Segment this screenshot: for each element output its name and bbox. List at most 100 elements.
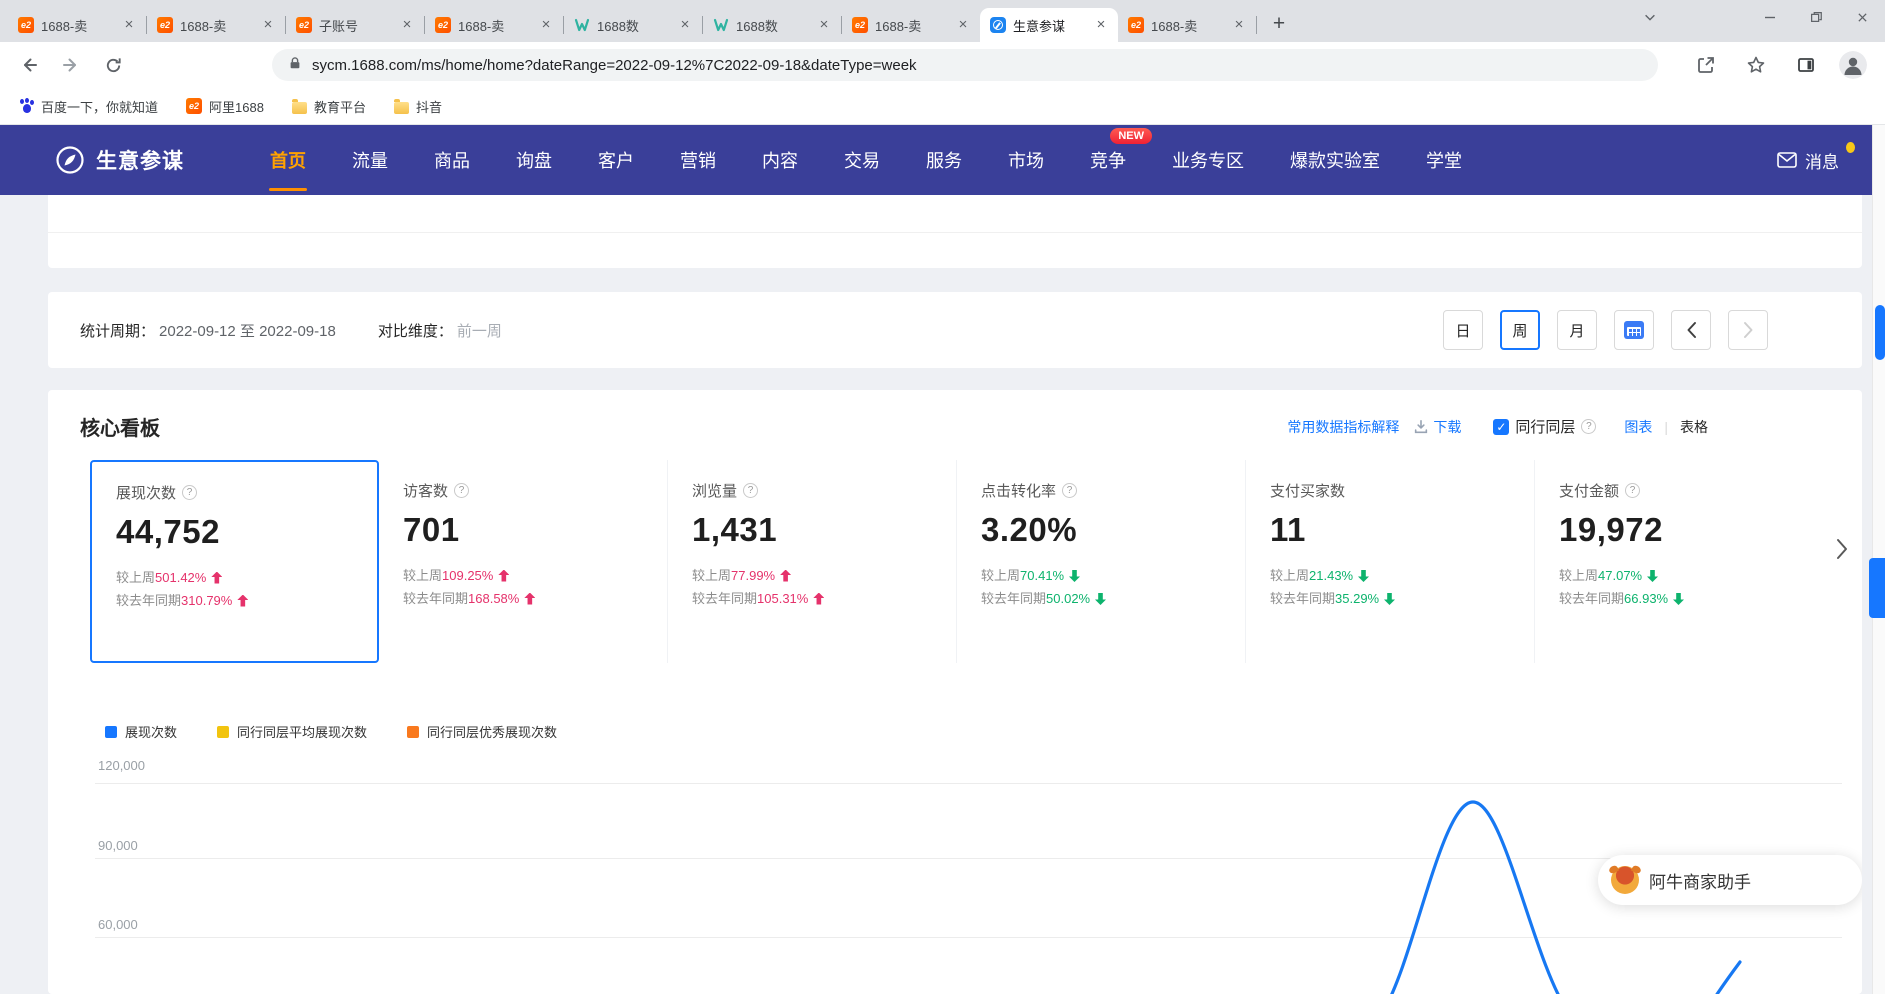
previous-period-button[interactable] bbox=[1671, 310, 1711, 350]
close-tab-icon[interactable]: × bbox=[537, 16, 555, 34]
nav-item-hot-lab[interactable]: 爆款实验室 bbox=[1290, 125, 1380, 195]
close-tab-icon[interactable]: × bbox=[120, 16, 138, 34]
tab-title: 子账号 bbox=[319, 16, 391, 35]
bookmark-label: 百度一下，你就知道 bbox=[41, 97, 158, 116]
browser-tab[interactable]: 1688-卖 × bbox=[425, 8, 563, 42]
close-window-icon[interactable] bbox=[1839, 0, 1885, 34]
restore-window-icon[interactable] bbox=[1793, 0, 1839, 34]
nav-item-trade[interactable]: 交易 bbox=[844, 125, 880, 195]
bookmark-baidu[interactable]: 百度一下，你就知道 bbox=[18, 97, 158, 116]
calendar-picker-button[interactable] bbox=[1614, 310, 1654, 350]
side-panel-icon[interactable] bbox=[1789, 48, 1823, 82]
nav-item-products[interactable]: 商品 bbox=[434, 125, 470, 195]
close-tab-icon[interactable]: × bbox=[815, 16, 833, 34]
legend-item-impressions[interactable]: 展现次数 bbox=[105, 722, 177, 741]
nav-item-home[interactable]: 首页 bbox=[270, 125, 306, 195]
nav-item-market[interactable]: 市场 bbox=[1008, 125, 1044, 195]
granularity-week-button[interactable]: 周 bbox=[1500, 310, 1540, 350]
chevron-right-icon bbox=[1836, 538, 1848, 560]
reload-icon[interactable] bbox=[96, 48, 130, 82]
nav-item-competition[interactable]: 竞争 NEW bbox=[1090, 125, 1126, 195]
back-icon[interactable] bbox=[12, 48, 46, 82]
trend-arrow-icon bbox=[1647, 570, 1658, 582]
browser-tab[interactable]: 1688数 × bbox=[564, 8, 702, 42]
nav-item-marketing[interactable]: 营销 bbox=[680, 125, 716, 195]
nav-item-business-zone[interactable]: 业务专区 bbox=[1172, 125, 1244, 195]
view-table-toggle[interactable]: 表格 bbox=[1680, 417, 1708, 437]
help-icon[interactable] bbox=[182, 485, 197, 500]
legend-swatch-orange bbox=[407, 726, 419, 738]
close-tab-icon[interactable]: × bbox=[398, 16, 416, 34]
help-icon[interactable] bbox=[1062, 483, 1077, 498]
close-tab-icon[interactable]: × bbox=[1092, 16, 1110, 34]
section-title: 核心看板 bbox=[80, 412, 160, 441]
profile-avatar[interactable] bbox=[1839, 51, 1867, 79]
merchant-assistant-widget[interactable]: 阿牛商家助手 bbox=[1598, 855, 1862, 905]
legend-item-peer-excellent[interactable]: 同行同层优秀展现次数 bbox=[407, 722, 557, 741]
bookmark-folder-education[interactable]: 教育平台 bbox=[292, 97, 366, 116]
nav-item-services[interactable]: 服务 bbox=[926, 125, 962, 195]
trend-arrow-icon bbox=[498, 570, 509, 582]
bookmark-folder-douyin[interactable]: 抖音 bbox=[394, 97, 442, 116]
view-chart-toggle[interactable]: 图表 bbox=[1624, 417, 1652, 437]
wow-label: 较上周 bbox=[981, 564, 1020, 587]
metric-card-payment-amount[interactable]: 支付金额 19,972 较上周47.07% 较去年同期66.93% bbox=[1535, 460, 1824, 663]
yoy-label: 较去年同期 bbox=[1270, 587, 1335, 610]
help-icon[interactable] bbox=[743, 483, 758, 498]
nav-item-customers[interactable]: 客户 bbox=[598, 125, 634, 195]
page-content: 统计周期： 2022-09-12 至 2022-09-18 对比维度： 前一周 … bbox=[0, 195, 1885, 994]
browser-tab[interactable]: 子账号 × bbox=[286, 8, 424, 42]
browser-tab[interactable]: 1688-卖 × bbox=[147, 8, 285, 42]
help-icon[interactable] bbox=[454, 483, 469, 498]
bookmark-star-icon[interactable] bbox=[1739, 48, 1773, 82]
share-icon[interactable] bbox=[1689, 48, 1723, 82]
tab-title: 生意参谋 bbox=[1013, 16, 1085, 35]
url-bar[interactable]: sycm.1688.com/ms/home/home?dateRange=202… bbox=[272, 49, 1658, 81]
close-tab-icon[interactable]: × bbox=[676, 16, 694, 34]
next-period-button[interactable] bbox=[1728, 310, 1768, 350]
period-label: 统计周期： bbox=[80, 320, 155, 341]
browser-tab[interactable]: 1688-卖 × bbox=[1118, 8, 1256, 42]
granularity-month-button[interactable]: 月 bbox=[1557, 310, 1597, 350]
nav-item-academy[interactable]: 学堂 bbox=[1426, 125, 1462, 195]
y-axis-tick: 60,000 bbox=[98, 917, 138, 932]
legend-item-peer-average[interactable]: 同行同层平均展现次数 bbox=[217, 722, 367, 741]
metric-value: 701 bbox=[403, 511, 643, 549]
metric-card-visitors[interactable]: 访客数 701 较上周109.25% 较去年同期168.58% bbox=[379, 460, 668, 663]
granularity-day-button[interactable]: 日 bbox=[1443, 310, 1483, 350]
feedback-side-tab[interactable] bbox=[1869, 558, 1885, 618]
new-badge: NEW bbox=[1110, 128, 1152, 144]
metric-card-paying-buyers[interactable]: 支付买家数 11 较上周21.43% 较去年同期35.29% bbox=[1246, 460, 1535, 663]
browser-tab-active[interactable]: 生意参谋 × bbox=[980, 8, 1118, 42]
peer-layer-checkbox[interactable] bbox=[1493, 419, 1509, 435]
messages-button[interactable]: 消息 bbox=[1777, 148, 1839, 173]
help-icon[interactable] bbox=[1581, 419, 1596, 434]
url-text[interactable]: sycm.1688.com/ms/home/home?dateRange=202… bbox=[312, 57, 917, 74]
bookmark-ali1688[interactable]: 阿里1688 bbox=[186, 97, 264, 116]
tab-title: 1688-卖 bbox=[458, 16, 530, 35]
period-value: 2022-09-12 至 2022-09-18 bbox=[159, 320, 336, 341]
metric-explanation-link[interactable]: 常用数据指标解释 bbox=[1287, 417, 1399, 437]
download-button[interactable]: 下载 bbox=[1413, 417, 1461, 437]
metric-card-pageviews[interactable]: 浏览量 1,431 较上周77.99% 较去年同期105.31% bbox=[668, 460, 957, 663]
metrics-carousel-next-button[interactable] bbox=[1836, 538, 1848, 565]
metric-card-impressions[interactable]: 展现次数 44,752 较上周501.42% 较去年同期310.79% bbox=[90, 460, 379, 663]
browser-tab[interactable]: 1688-卖 × bbox=[842, 8, 980, 42]
browser-tab[interactable]: 1688-卖 × bbox=[8, 8, 146, 42]
forward-icon[interactable] bbox=[54, 48, 88, 82]
nav-item-content[interactable]: 内容 bbox=[762, 125, 798, 195]
close-tab-icon[interactable]: × bbox=[954, 16, 972, 34]
help-icon[interactable] bbox=[1625, 483, 1640, 498]
nav-item-traffic[interactable]: 流量 bbox=[352, 125, 388, 195]
nav-item-inquiries[interactable]: 询盘 bbox=[516, 125, 552, 195]
metric-card-click-conversion[interactable]: 点击转化率 3.20% 较上周70.41% 较去年同期50.02% bbox=[957, 460, 1246, 663]
brand-logo[interactable]: 生意参谋 bbox=[55, 145, 184, 175]
browser-tab[interactable]: 1688数 × bbox=[703, 8, 841, 42]
metric-label: 点击转化率 bbox=[981, 480, 1056, 501]
scrollbar-thumb[interactable] bbox=[1875, 305, 1885, 360]
minimize-icon[interactable] bbox=[1747, 0, 1793, 34]
new-tab-button[interactable]: + bbox=[1265, 11, 1293, 39]
close-tab-icon[interactable]: × bbox=[259, 16, 277, 34]
tab-search-chevron-icon[interactable] bbox=[1630, 0, 1670, 34]
close-tab-icon[interactable]: × bbox=[1230, 16, 1248, 34]
